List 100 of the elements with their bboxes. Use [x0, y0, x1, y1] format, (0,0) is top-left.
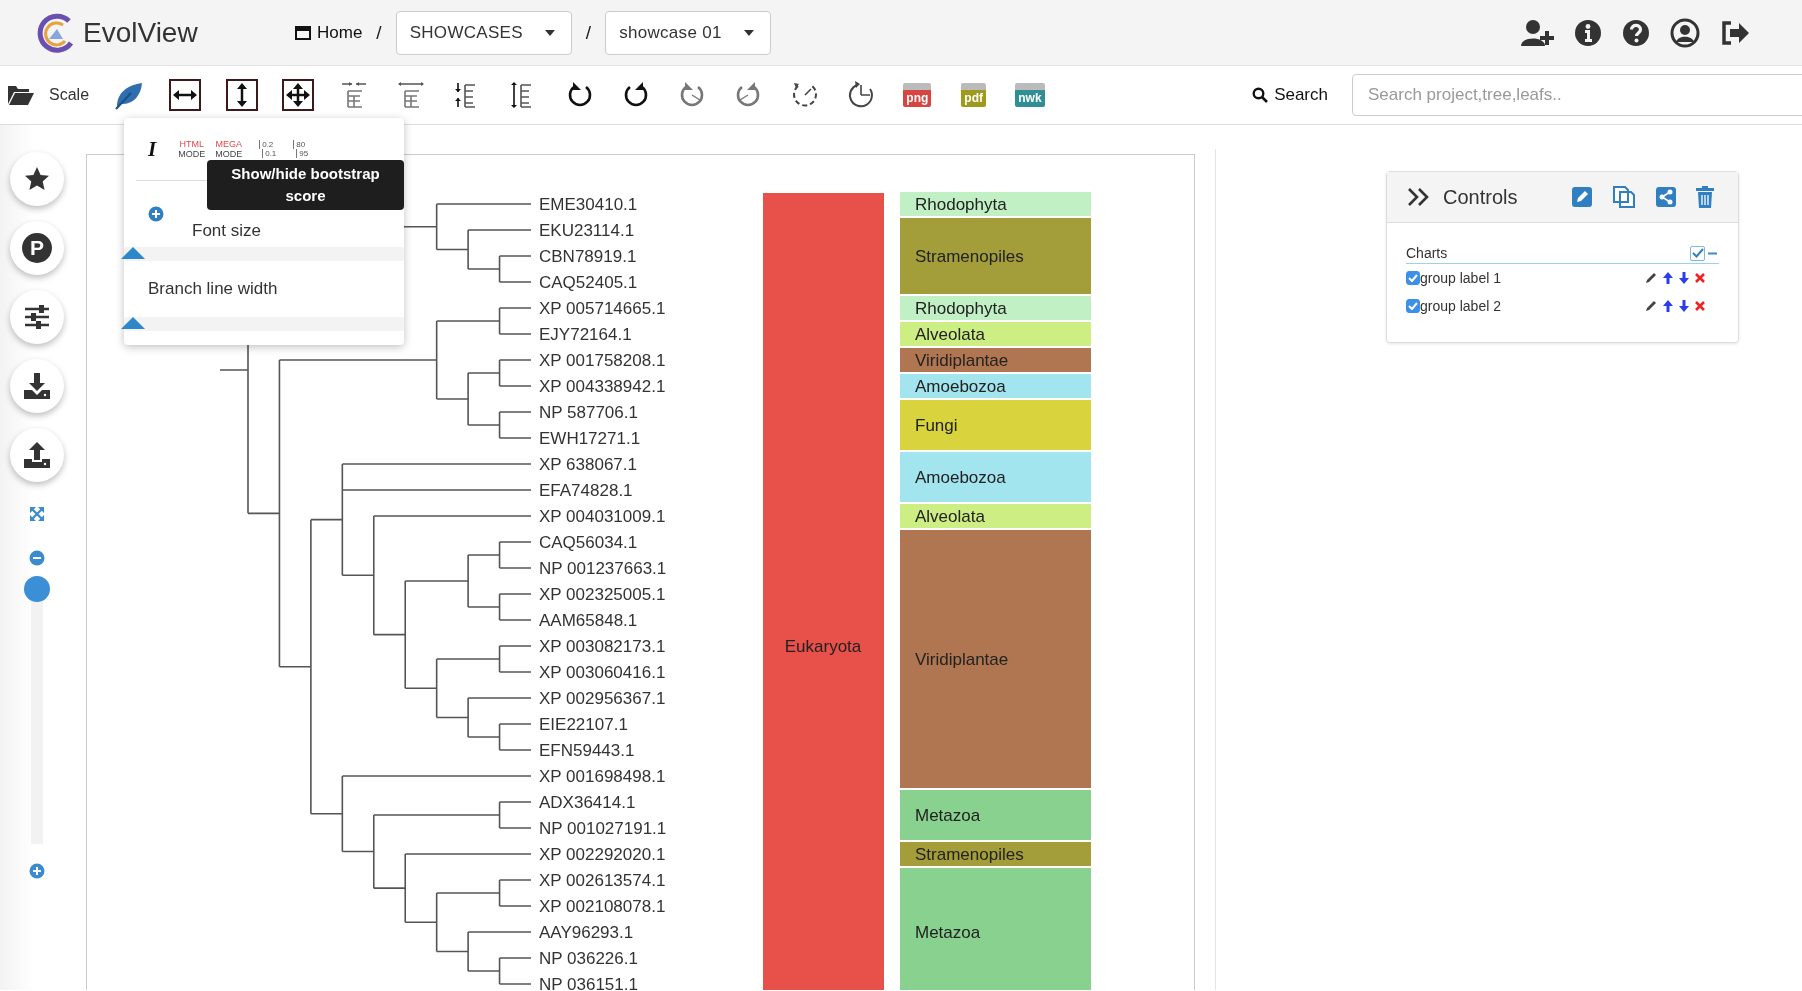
annotation-label: Alveolata	[915, 325, 985, 344]
logout-icon[interactable]	[1720, 19, 1750, 46]
breadcrumb-dropdown[interactable]: showcase 01	[605, 10, 771, 55]
search-field[interactable]: Search project,tree,leafs..	[1352, 74, 1802, 116]
breadcrumb-separator: /	[585, 21, 592, 44]
copy-icon[interactable]	[1612, 185, 1636, 209]
slider-thumb[interactable]	[121, 317, 145, 329]
add-icon[interactable]	[148, 206, 164, 222]
share-icon[interactable]	[1655, 186, 1677, 208]
favorites-button[interactable]	[10, 152, 64, 206]
delete-icon[interactable]	[1695, 273, 1705, 283]
open-folder-icon[interactable]	[7, 84, 35, 106]
add-user-icon[interactable]	[1520, 18, 1554, 47]
leaf-label: EJY72164.1	[539, 325, 632, 344]
download-button[interactable]	[10, 359, 64, 413]
project-button[interactable]: P	[10, 221, 64, 275]
branch-values-button[interactable]: 0.2 0.1	[256, 140, 277, 158]
check-icon	[1408, 274, 1418, 282]
leaf-label: XP 004338942.1	[539, 377, 666, 396]
leaf-label: XP 002108078.1	[539, 897, 666, 916]
leaf-label: XP 003082173.1	[539, 637, 666, 656]
arrow-up-icon[interactable]	[1663, 272, 1673, 284]
zoom-in-icon[interactable]	[29, 863, 45, 879]
arrow-down-icon[interactable]	[1679, 300, 1689, 312]
zoom-out-icon[interactable]	[29, 550, 45, 566]
mode-button[interactable]: MEGA MODE	[215, 139, 243, 159]
annotation-label: Metazoa	[915, 923, 981, 942]
annotation-label: Stramenopiles	[915, 247, 1024, 266]
leaf-label: XP 001758208.1	[539, 351, 666, 370]
home-link[interactable]: Home	[295, 22, 363, 43]
user-account-icon[interactable]	[1670, 17, 1700, 48]
info-icon[interactable]	[1574, 18, 1602, 47]
slider-track[interactable]	[124, 247, 404, 261]
annotation-label: Rhodophyta	[915, 299, 1007, 318]
leaf-label: NP 001237663.1	[539, 559, 667, 578]
checkbox[interactable]	[1406, 299, 1420, 313]
checkbox[interactable]	[1406, 271, 1420, 285]
leaf-label: EWH17271.1	[539, 429, 641, 448]
settings-button[interactable]	[10, 290, 64, 344]
delete-icon[interactable]	[1695, 301, 1705, 311]
checkbox[interactable]	[1690, 245, 1705, 261]
expand-all-icon[interactable]	[282, 79, 315, 111]
export-button[interactable]: png	[903, 83, 932, 107]
slider-thumb[interactable]	[121, 247, 145, 259]
breadcrumb-separator: /	[376, 21, 382, 44]
annotation-label: Rhodophyta	[915, 195, 1007, 214]
leaf-label: XP 638067.1	[539, 455, 637, 474]
expand-vertical-icon[interactable]	[225, 79, 258, 111]
leaf-label: ADX36414.1	[539, 793, 636, 812]
scale-label[interactable]: Scale	[49, 86, 90, 104]
annotation-label: Alveolata	[915, 507, 985, 526]
leaf-label: NP 036226.1	[539, 949, 638, 968]
arrow-up-icon[interactable]	[1663, 300, 1673, 312]
annotation-label: Amoebozoa	[915, 468, 1006, 487]
fit-screen-icon[interactable]	[29, 506, 45, 522]
leaf-label: XP 003060416.1	[539, 663, 666, 682]
annotation-label: Fungi	[915, 416, 958, 435]
p-badge: P	[22, 233, 52, 263]
annotation-label: Viridiplantae	[915, 351, 1009, 370]
slider-track[interactable]	[124, 317, 404, 331]
pencil-icon[interactable]	[1645, 272, 1657, 284]
leaf-label: XP 002613574.1	[539, 871, 666, 890]
upload-icon	[23, 441, 51, 469]
breadcrumb-dropdown[interactable]: SHOWCASES	[395, 10, 572, 55]
check-icon	[1408, 302, 1418, 310]
search-label: Search	[1274, 85, 1328, 105]
leaf-label: EKU23114.1	[539, 221, 635, 240]
leaf-label: EME30410.1	[539, 195, 638, 214]
upload-button[interactable]	[10, 428, 64, 482]
star-icon	[24, 166, 50, 192]
expand-horizontal-icon[interactable]	[169, 79, 202, 111]
leaf-label: CAQ52405.1	[539, 273, 638, 292]
font-size-label: Font size	[192, 221, 261, 241]
arrow-down-icon[interactable]	[1679, 272, 1689, 284]
panel-title: Controls	[1443, 185, 1518, 209]
section-label: Charts	[1406, 245, 1448, 261]
leaf-label: NP 587706.1	[539, 403, 638, 422]
pencil-icon[interactable]	[1645, 300, 1657, 312]
export-button[interactable]: nwk	[1015, 83, 1045, 107]
annotation-label: Amoebozoa	[915, 377, 1006, 396]
leaf-label: CBN78919.1	[539, 247, 637, 266]
leaf-label: EIE22107.1	[539, 715, 628, 734]
leaf-label: XP 002325005.1	[539, 585, 666, 604]
mode-button[interactable]: HTML MODE	[178, 139, 206, 159]
leaf-label: XP 005714665.1	[539, 299, 666, 318]
annotation-label: Viridiplantae	[915, 650, 1009, 669]
slider-thumb[interactable]	[24, 576, 50, 602]
annotation-label: Metazoa	[915, 806, 981, 825]
leaf-label: EFN59443.1	[539, 741, 635, 760]
double-chevron-icon[interactable]	[1407, 187, 1431, 207]
branch-values-button[interactable]: 80 95	[290, 140, 309, 158]
leaf-label: XP 004031009.1	[539, 507, 666, 526]
edit-icon[interactable]	[1571, 186, 1593, 208]
trash-icon[interactable]	[1696, 186, 1714, 208]
leaf-label: AAM65848.1	[539, 611, 638, 630]
italic-button[interactable]: I	[148, 136, 157, 162]
leaf-label: XP 002956367.1	[539, 689, 666, 708]
help-icon[interactable]	[1622, 18, 1650, 47]
search-icon	[1252, 87, 1269, 103]
minus-icon[interactable]	[1708, 251, 1717, 255]
